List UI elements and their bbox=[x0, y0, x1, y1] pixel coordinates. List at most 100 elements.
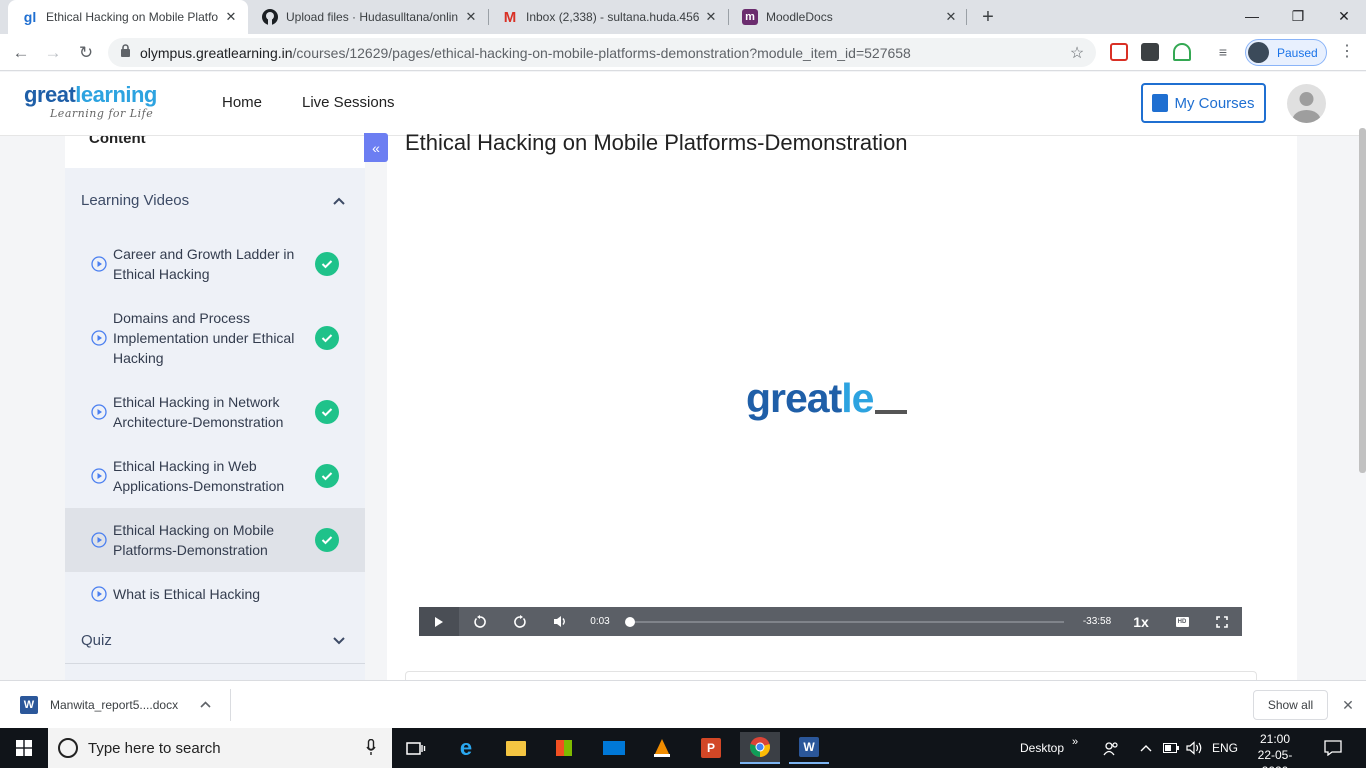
check-circle-icon bbox=[315, 326, 339, 350]
page-scrollbar[interactable] bbox=[1359, 128, 1366, 473]
tab-moodledocs[interactable]: m MoodleDocs ✕ bbox=[728, 0, 968, 34]
quality-hd-icon[interactable]: HD bbox=[1171, 607, 1193, 636]
restore-icon[interactable]: ❐ bbox=[1275, 0, 1321, 32]
close-tab-icon[interactable]: ✕ bbox=[462, 8, 480, 26]
user-avatar[interactable] bbox=[1287, 84, 1326, 123]
video-item[interactable]: Career and Growth Ladder in Ethical Hack… bbox=[65, 232, 365, 296]
forward-arrow-icon[interactable]: → bbox=[40, 40, 66, 66]
chevron-up-icon[interactable] bbox=[200, 699, 211, 711]
nav-live-sessions[interactable]: Live Sessions bbox=[302, 94, 395, 111]
show-all-button[interactable]: Show all bbox=[1253, 690, 1328, 720]
my-courses-label: My Courses bbox=[1174, 94, 1255, 112]
chrome-icon[interactable] bbox=[740, 732, 780, 764]
desktop-toolbar-label[interactable]: Desktop bbox=[1020, 728, 1064, 768]
tab-gmail[interactable]: M Inbox (2,338) - sultana.huda.456 ✕ bbox=[488, 0, 728, 34]
file-explorer-icon[interactable] bbox=[496, 732, 536, 764]
greatlearning-favicon-icon: gl bbox=[23, 9, 37, 25]
bookmark-star-icon[interactable]: ☆ bbox=[1066, 43, 1088, 63]
play-circle-icon bbox=[91, 532, 107, 548]
store-icon[interactable] bbox=[544, 732, 584, 764]
toolbar-expand-icon[interactable]: » bbox=[1072, 722, 1078, 762]
video-title: Ethical Hacking in Network Architecture-… bbox=[113, 394, 284, 430]
extension-gauge-icon[interactable] bbox=[1173, 43, 1191, 61]
url-text: olympus.greatlearning.in/courses/12629/p… bbox=[140, 45, 1066, 61]
minimize-icon[interactable]: — bbox=[1229, 0, 1275, 32]
logo-tagline: Learning for Life bbox=[50, 107, 154, 120]
check-circle-icon bbox=[315, 252, 339, 276]
check-circle-icon bbox=[315, 400, 339, 424]
section-quiz[interactable]: Quiz bbox=[65, 616, 365, 664]
gmail-icon: M bbox=[503, 8, 517, 26]
taskbar-search-box[interactable]: Type here to search bbox=[48, 728, 392, 768]
elapsed-time: 0:03 bbox=[590, 616, 610, 627]
browser-tab-strip: gl Ethical Hacking on Mobile Platfo ✕ Up… bbox=[0, 0, 1366, 34]
tab-title: Inbox (2,338) - sultana.huda.456 bbox=[526, 10, 700, 24]
rewind-icon[interactable] bbox=[469, 607, 491, 636]
nav-home[interactable]: Home bbox=[222, 94, 262, 111]
url-host: olympus.greatlearning.in bbox=[140, 44, 293, 61]
section-learning-videos[interactable]: Learning Videos bbox=[65, 168, 365, 232]
tab-github[interactable]: Upload files · Hudasulltana/onlin ✕ bbox=[248, 0, 488, 34]
mail-icon[interactable] bbox=[594, 732, 634, 764]
close-tab-icon[interactable]: ✕ bbox=[222, 8, 240, 26]
vlc-icon[interactable] bbox=[642, 732, 682, 764]
tray-expand-icon[interactable] bbox=[1140, 728, 1152, 768]
my-courses-button[interactable]: My Courses bbox=[1141, 83, 1266, 123]
greatlearning-logo[interactable]: greatlearning Learning for Life bbox=[24, 84, 157, 121]
media-queue-icon[interactable]: ≡ bbox=[1214, 43, 1232, 61]
video-item-active[interactable]: Ethical Hacking on Mobile Platforms-Demo… bbox=[65, 508, 365, 572]
tab-greatlearning[interactable]: gl Ethical Hacking on Mobile Platfo ✕ bbox=[8, 0, 248, 34]
chevron-down-icon bbox=[333, 632, 345, 649]
notifications-icon[interactable] bbox=[1324, 728, 1342, 768]
progress-track[interactable] bbox=[629, 621, 1064, 623]
reload-icon[interactable]: ↻ bbox=[73, 40, 99, 66]
lock-icon bbox=[120, 43, 131, 62]
edge-icon[interactable]: e bbox=[446, 732, 486, 764]
chrome-menu-icon[interactable]: ⋮ bbox=[1338, 43, 1356, 63]
play-button[interactable] bbox=[419, 607, 459, 636]
taskbar-clock[interactable]: 21:00 22-05-2020 bbox=[1248, 731, 1302, 768]
course-content-sidebar: Content Learning Videos Career and Growt… bbox=[65, 136, 365, 680]
video-item[interactable]: Ethical Hacking in Web Applications-Demo… bbox=[65, 444, 365, 508]
content-heading: Content bbox=[65, 136, 365, 168]
video-frame-text-b: le bbox=[841, 375, 874, 421]
cortana-icon bbox=[58, 738, 78, 758]
extension-pocket-icon[interactable] bbox=[1110, 43, 1128, 61]
word-icon[interactable]: W bbox=[789, 732, 829, 764]
video-frame-logo: greatle bbox=[746, 375, 908, 421]
back-arrow-icon[interactable]: ← bbox=[8, 40, 34, 66]
progress-thumb[interactable] bbox=[624, 617, 635, 627]
volume-icon[interactable] bbox=[549, 607, 571, 636]
clock-date: 22-05-2020 bbox=[1257, 748, 1293, 768]
language-indicator[interactable]: ENG bbox=[1212, 728, 1238, 768]
close-shelf-icon[interactable]: ✕ bbox=[1338, 695, 1358, 715]
volume-tray-icon[interactable] bbox=[1186, 728, 1203, 768]
text-cursor bbox=[875, 410, 908, 414]
download-item[interactable]: W Manwita_report5....docx bbox=[14, 689, 230, 721]
tab-title: Ethical Hacking on Mobile Platfo bbox=[46, 10, 219, 24]
battery-icon[interactable] bbox=[1163, 728, 1179, 768]
close-tab-icon[interactable]: ✕ bbox=[702, 8, 720, 26]
microphone-icon[interactable] bbox=[366, 738, 376, 760]
powerpoint-icon[interactable]: P bbox=[691, 732, 731, 764]
forward-icon[interactable] bbox=[509, 607, 531, 636]
new-tab-button[interactable]: + bbox=[976, 5, 1000, 29]
video-title: Ethical Hacking in Web Applications-Demo… bbox=[113, 458, 285, 494]
extension-puzzle-icon[interactable] bbox=[1141, 43, 1159, 61]
people-icon[interactable] bbox=[1103, 728, 1119, 768]
video-item[interactable]: Ethical Hacking in Network Architecture-… bbox=[65, 380, 365, 444]
address-bar[interactable]: olympus.greatlearning.in/courses/12629/p… bbox=[108, 38, 1096, 67]
close-window-icon[interactable]: ✕ bbox=[1321, 0, 1366, 32]
search-placeholder: Type here to search bbox=[88, 739, 221, 757]
word-document-icon: W bbox=[20, 696, 38, 714]
collapse-sidebar-button[interactable]: « bbox=[364, 133, 388, 162]
profile-paused-button[interactable]: Paused bbox=[1245, 39, 1327, 66]
playback-speed-button[interactable]: 1x bbox=[1129, 607, 1153, 636]
video-item[interactable]: What is Ethical Hacking bbox=[65, 572, 365, 616]
task-view-icon[interactable] bbox=[396, 732, 436, 764]
close-tab-icon[interactable]: ✕ bbox=[942, 8, 960, 26]
video-item[interactable]: Domains and Process Implementation under… bbox=[65, 296, 365, 380]
windows-start-icon[interactable] bbox=[4, 732, 44, 764]
fullscreen-icon[interactable] bbox=[1211, 607, 1233, 636]
browser-toolbar: ← → ↻ olympus.greatlearning.in/courses/1… bbox=[0, 34, 1366, 71]
